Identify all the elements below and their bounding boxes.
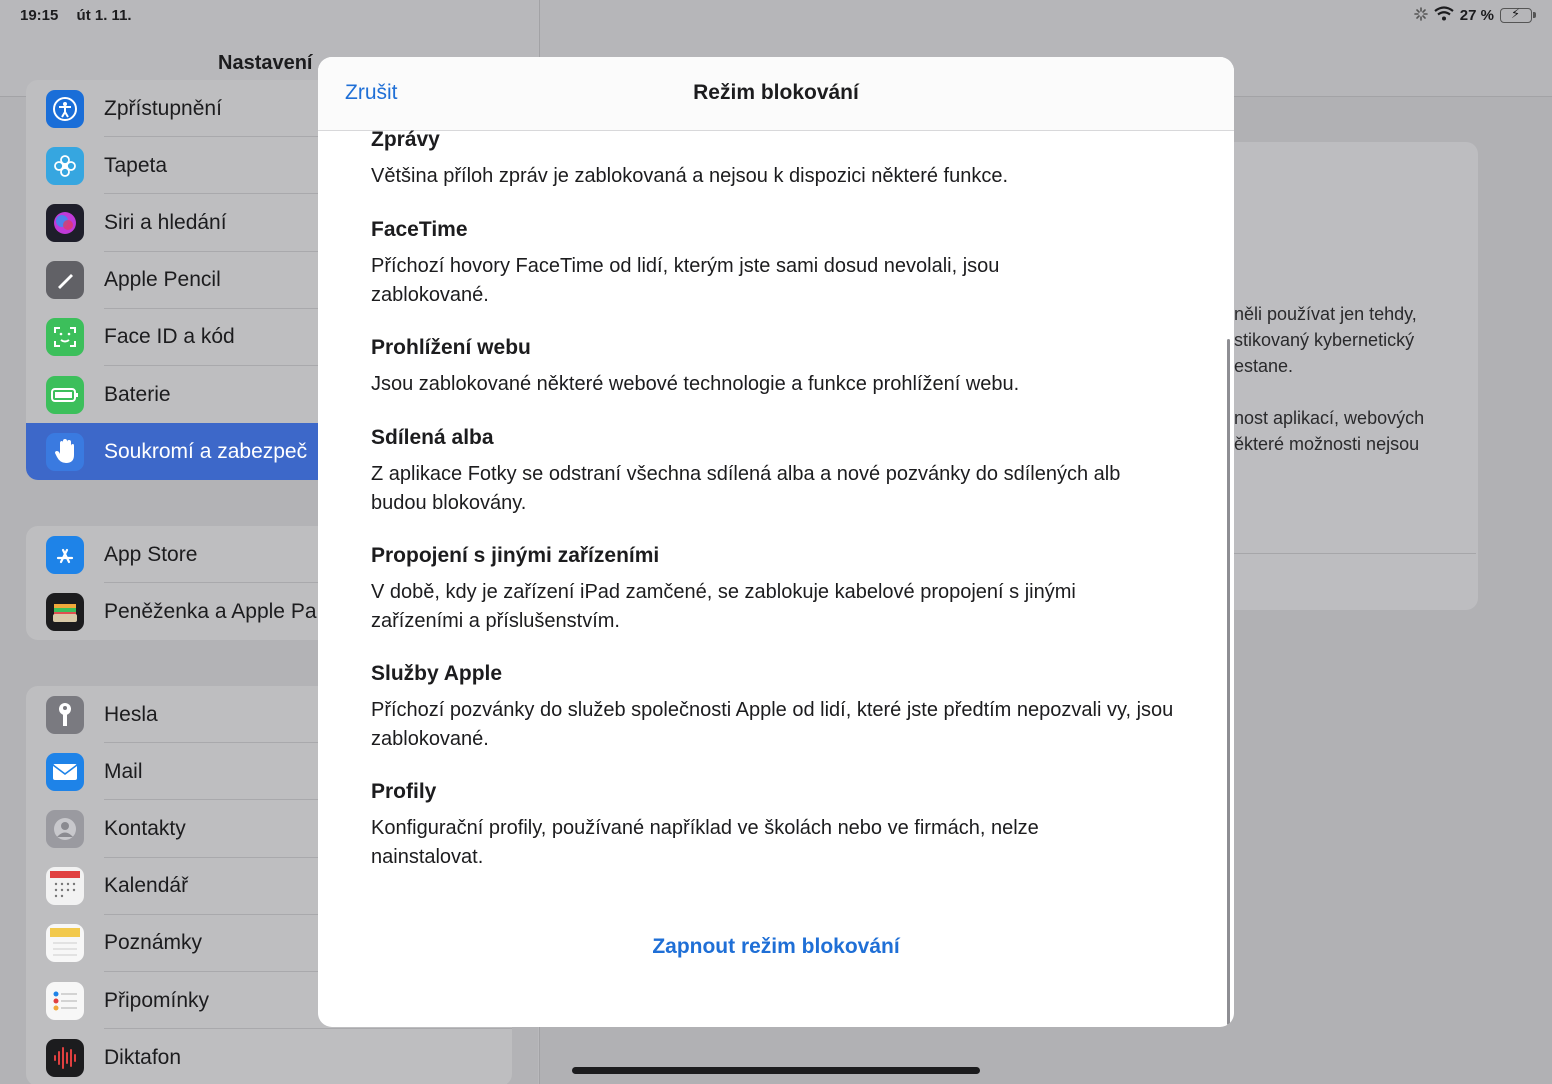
sidebar-item-label: Poznámky — [104, 931, 203, 955]
sidebar-item-label: Face ID a kód — [104, 325, 235, 349]
section-text: Z aplikace Fotky se odstraní všechna sdí… — [371, 463, 1121, 514]
siri-icon — [46, 203, 84, 242]
status-left: 19:15 út 1. 11. — [20, 7, 146, 24]
detail-text-line: estane. — [1234, 356, 1294, 376]
pencil-icon — [46, 261, 84, 300]
enable-lockdown-button[interactable]: Zapnout režim blokování — [318, 935, 1234, 959]
sidebar-item-label: Mail — [104, 759, 143, 783]
sheet-title: Režim blokování — [693, 81, 859, 104]
sidebar-item-label: App Store — [104, 542, 198, 566]
sidebar-item-label: Diktafon — [104, 1045, 182, 1069]
section-facetime: FaceTime Příchozí hovory FaceTime od lid… — [371, 218, 1191, 310]
status-bar: 19:15 út 1. 11. 27 % ⚡ — [0, 0, 1552, 30]
sidebar-item-label: Tapeta — [104, 153, 168, 177]
section-profiles: Profily Konfigurační profily, používané … — [371, 780, 1191, 872]
status-right: 27 % ⚡ — [1413, 6, 1536, 25]
section-title: FaceTime — [371, 218, 468, 241]
calendar-icon — [46, 867, 84, 906]
section-title: Prohlížení webu — [371, 336, 531, 359]
flower-icon — [46, 146, 84, 185]
sidebar-item-label: Apple Pencil — [104, 268, 221, 292]
sidebar-title: Nastavení — [218, 52, 313, 74]
section-text: Jsou zablokované některé webové technolo… — [371, 373, 1020, 395]
sidebar-item-label: Kalendář — [104, 874, 189, 898]
sidebar-item-label: Peněženka a Apple Pa — [104, 599, 317, 623]
battery-icon — [46, 375, 84, 414]
section-shared-albums: Sdílená alba Z aplikace Fotky se odstran… — [371, 426, 1191, 518]
detail-text-line: ěkteré možnosti nejsou — [1234, 434, 1420, 454]
section-device-connections: Propojení s jinými zařízeními V době, kd… — [371, 544, 1191, 636]
section-title: Služby Apple — [371, 662, 503, 685]
scrollbar[interactable] — [1227, 339, 1230, 1025]
sidebar-item-label: Siri a hledání — [104, 210, 227, 234]
section-text: Příchozí hovory FaceTime od lidí, kterým… — [371, 255, 1000, 306]
sidebar-item-label: Hesla — [104, 702, 158, 726]
section-title: Zprávy — [371, 128, 440, 151]
section-text: Příchozí pozvánky do služeb společnosti … — [371, 699, 1174, 750]
wifi-icon — [1434, 6, 1454, 25]
charging-bolt-icon: ⚡ — [1511, 6, 1521, 21]
sidebar-item-label: Zpřístupnění — [104, 96, 222, 120]
section-text: Konfigurační profily, používané napříkla… — [371, 817, 1039, 868]
face-id-icon — [46, 318, 84, 357]
notes-icon — [46, 924, 84, 963]
key-icon — [46, 695, 84, 734]
lockdown-mode-sheet: Zrušit Režim blokování Zprávy Většina př… — [318, 57, 1234, 1027]
mail-icon — [46, 752, 84, 791]
detail-text-line: nost aplikací, webových — [1234, 408, 1425, 428]
detail-divider — [1234, 553, 1476, 554]
section-title: Profily — [371, 780, 437, 803]
section-messages: Zprávy Většina příloh zpráv je zablokova… — [371, 128, 1191, 191]
section-text: V době, kdy je zařízení iPad zamčené, se… — [371, 581, 1076, 632]
section-web-browsing: Prohlížení webu Jsou zablokované některé… — [371, 336, 1191, 399]
sidebar-item-label: Baterie — [104, 382, 171, 406]
wallet-icon — [46, 592, 84, 631]
sidebar-item-label: Připomínky — [104, 988, 210, 1012]
status-time: 19:15 — [20, 7, 59, 24]
section-apple-services: Služby Apple Příchozí pozvánky do služeb… — [371, 662, 1191, 754]
hand-icon — [46, 432, 84, 471]
status-date: út 1. 11. — [76, 7, 132, 24]
sidebar-item-label: Kontakty — [104, 816, 186, 840]
sidebar-item-label: Soukromí a zabezpeč — [104, 439, 308, 463]
voice-memo-icon — [46, 1038, 84, 1077]
detail-text-line: stikovaný kybernetický — [1234, 330, 1415, 350]
home-indicator[interactable] — [572, 1067, 980, 1074]
sidebar-item-voice-memos[interactable]: Diktafon — [26, 1029, 512, 1084]
accessibility-icon — [46, 89, 84, 128]
app-store-icon — [46, 535, 84, 574]
activity-icon — [1413, 6, 1428, 25]
reminders-icon — [46, 981, 84, 1020]
section-title: Propojení s jinými zařízeními — [371, 544, 660, 567]
battery-percent: 27 % — [1459, 7, 1494, 24]
battery-status-icon: ⚡ — [1500, 6, 1536, 23]
section-text: Většina příloh zpráv je zablokovaná a ne… — [371, 165, 1009, 187]
sheet-header: Zrušit Režim blokování — [318, 57, 1234, 131]
section-title: Sdílená alba — [371, 426, 494, 449]
detail-text-line: něli používat jen tehdy, — [1234, 304, 1417, 324]
contacts-icon — [46, 809, 84, 848]
